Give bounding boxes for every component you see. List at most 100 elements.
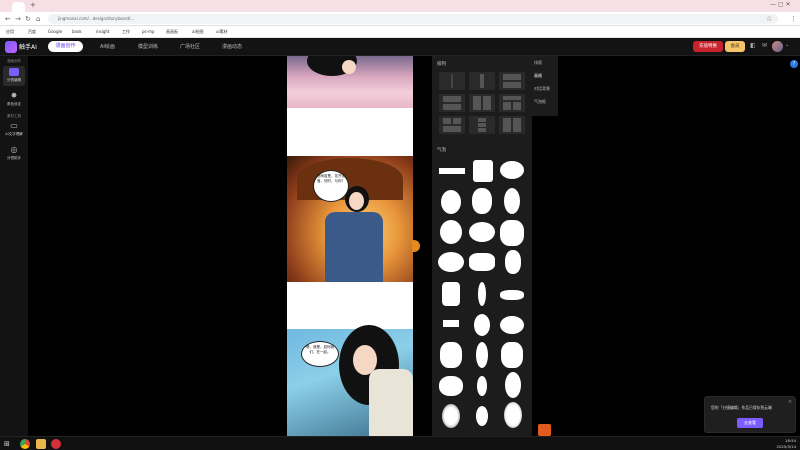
bookmark-item[interactable]: Google bbox=[48, 28, 62, 36]
browser-menu-icon[interactable]: ⋮ bbox=[790, 15, 797, 23]
bubble-shape-narrow[interactable] bbox=[476, 406, 488, 426]
bubble-shape-soft[interactable] bbox=[504, 402, 522, 428]
bookmark-item[interactable]: ai绘图 bbox=[192, 28, 204, 36]
start-icon[interactable]: ⊞ bbox=[4, 439, 14, 449]
bubble-shape-cloud[interactable] bbox=[439, 376, 463, 396]
layout-option[interactable] bbox=[439, 72, 465, 90]
url-field[interactable]: jingmanai.com/...design/storyboard/... bbox=[48, 14, 778, 24]
comic-panel-3[interactable]: 嗯，我是，如何我们，在一起。 bbox=[287, 325, 413, 436]
reload-icon[interactable]: ↻ bbox=[25, 15, 31, 23]
bubble-shape-burst[interactable] bbox=[438, 252, 464, 272]
bubble-shape-narrow[interactable] bbox=[476, 342, 488, 368]
sidebar-section-label: 素材工具 bbox=[7, 114, 21, 118]
bubble-shape-narrow[interactable] bbox=[477, 376, 487, 396]
bubble-shape-oval[interactable] bbox=[472, 188, 492, 214]
nav-item[interactable]: 广场社区 bbox=[180, 42, 200, 52]
layout-option[interactable] bbox=[499, 72, 525, 90]
bubble-shape-spiky[interactable] bbox=[501, 342, 523, 368]
chevron-down-icon[interactable]: ⌄ bbox=[785, 42, 789, 48]
bookmark-item[interactable]: 百度 bbox=[28, 28, 36, 36]
layout-option[interactable] bbox=[469, 72, 495, 90]
browser-address-bar: ← → ↻ ⌂ jingmanai.com/...design/storyboa… bbox=[0, 12, 800, 26]
bookmark-item[interactable]: 工作 bbox=[122, 28, 130, 36]
speech-bubble[interactable]: 世间若是，花开花落，何时，与你？ bbox=[313, 170, 349, 202]
comic-panel-2[interactable]: 世间若是，花开花落，何时，与你？ bbox=[287, 156, 413, 282]
home-icon[interactable]: ⌂ bbox=[36, 15, 40, 23]
comic-panel-1[interactable] bbox=[287, 56, 413, 108]
bubble-shape-bar[interactable] bbox=[443, 320, 459, 327]
comic-page[interactable]: 世间若是，花开花落，何时，与你？ 嗯，我是，如何我们，在一起。 bbox=[287, 56, 413, 436]
window-controls[interactable]: — ▢ ✕ bbox=[770, 1, 791, 8]
bubble-shape-narrow[interactable] bbox=[478, 282, 486, 306]
tab-typesetting[interactable]: 排版 bbox=[534, 58, 556, 68]
help-icon[interactable]: ? bbox=[790, 60, 798, 68]
bubble-shape-square[interactable] bbox=[473, 160, 493, 182]
bubble-shape-oval[interactable] bbox=[504, 188, 520, 214]
bubble-shape-ellipse[interactable] bbox=[500, 316, 524, 334]
layout-option[interactable] bbox=[499, 116, 525, 134]
sidebar-item-character[interactable]: ✸ 角色设定 bbox=[3, 90, 25, 110]
bookmarks-bar: 应用 百度 Google book insight 工作 ps-mp 画画板 a… bbox=[0, 26, 800, 38]
tab-dialog-bg[interactable]: 对话背景 bbox=[534, 84, 556, 94]
chrome-icon[interactable] bbox=[20, 439, 30, 449]
layout-option[interactable] bbox=[469, 94, 495, 112]
bookmark-item[interactable]: ui素材 bbox=[216, 28, 228, 36]
app-icon[interactable] bbox=[51, 439, 61, 449]
bubble-shape-cloud[interactable] bbox=[440, 220, 462, 244]
nav-item[interactable]: 模型训练 bbox=[138, 42, 158, 52]
bubble-shape-oval[interactable] bbox=[505, 372, 521, 398]
bubble-shape-flat[interactable] bbox=[500, 290, 524, 300]
browser-tab-active[interactable] bbox=[12, 2, 25, 12]
avatar[interactable] bbox=[772, 41, 783, 52]
tab-bubble[interactable]: 气泡框 bbox=[534, 97, 556, 107]
browser-tab-bar: + — ▢ ✕ bbox=[0, 0, 800, 12]
editor-canvas[interactable]: 世间若是，花开花落，何时，与你？ 嗯，我是，如何我们，在一起。 bbox=[28, 56, 432, 436]
layout-option[interactable] bbox=[469, 116, 495, 134]
message-icon[interactable]: ✉ bbox=[762, 42, 767, 49]
character-icon: ✸ bbox=[10, 91, 18, 100]
vip-button[interactable]: 会员 bbox=[725, 41, 745, 52]
bubble-shape-rect[interactable] bbox=[439, 168, 465, 174]
nav-item-active[interactable]: 漫画创作 bbox=[48, 41, 83, 52]
forward-icon[interactable]: → bbox=[15, 15, 21, 23]
recharge-button[interactable]: 充值特惠 bbox=[693, 41, 723, 52]
nav-item[interactable]: AI绘画 bbox=[100, 42, 115, 52]
new-tab-icon[interactable]: + bbox=[30, 1, 36, 9]
bookmark-star-icon[interactable]: ☆ bbox=[766, 15, 772, 23]
bookmark-item[interactable]: ps-mp bbox=[142, 28, 155, 36]
bubble-shape-oval[interactable] bbox=[474, 314, 490, 336]
layout-option[interactable] bbox=[439, 116, 465, 134]
bubble-shape-rounded[interactable] bbox=[469, 253, 495, 271]
app-logo-icon[interactable] bbox=[5, 41, 17, 53]
panel-collapse-handle[interactable] bbox=[412, 240, 420, 252]
bubble-shape-soft[interactable] bbox=[442, 404, 460, 428]
bubble-shape-ellipse[interactable] bbox=[469, 222, 495, 242]
app-logo-text: 触手AI bbox=[19, 44, 37, 51]
bookmark-item[interactable]: book bbox=[72, 28, 82, 36]
bubble-shape-ellipse[interactable] bbox=[500, 161, 524, 179]
sidebar-item-text[interactable]: ▭ AI文字理解 bbox=[3, 120, 25, 140]
bookmark-item[interactable]: 应用 bbox=[6, 28, 14, 36]
bubble-shape-oval[interactable] bbox=[505, 250, 521, 274]
sidebar-item-storyboard[interactable]: 分镜编辑 bbox=[3, 66, 25, 86]
folder-icon[interactable] bbox=[36, 439, 46, 449]
nav-item[interactable]: 漫画动态 bbox=[222, 42, 242, 52]
bubble-shape-spiky[interactable] bbox=[440, 342, 462, 368]
bookmark-item[interactable]: insight bbox=[96, 28, 109, 36]
bubble-shape-ellipse[interactable] bbox=[441, 190, 461, 214]
sidebar-item-assistant[interactable]: ◎ 分镜助手 bbox=[3, 144, 25, 164]
shape-section-title: 气泡 bbox=[437, 148, 446, 153]
speech-bubble[interactable]: 嗯，我是，如何我们，在一起。 bbox=[301, 341, 339, 367]
tab-panel[interactable]: 画格 bbox=[534, 71, 556, 81]
back-icon[interactable]: ← bbox=[5, 15, 11, 23]
layout-option[interactable] bbox=[499, 94, 525, 112]
gift-icon[interactable] bbox=[538, 424, 551, 436]
bookmark-item[interactable]: 画画板 bbox=[166, 28, 178, 36]
sidebar-section-label: 漫画创作 bbox=[7, 59, 21, 63]
layout-option[interactable] bbox=[439, 94, 465, 112]
system-clock[interactable]: 18:54 2025/3/14 bbox=[777, 438, 796, 449]
bubble-shape-rough[interactable] bbox=[442, 282, 460, 306]
bubble-shape-cloud[interactable] bbox=[500, 220, 524, 246]
view-button[interactable]: 去查看 bbox=[737, 418, 763, 428]
notification-icon[interactable]: ◧ bbox=[750, 42, 756, 49]
